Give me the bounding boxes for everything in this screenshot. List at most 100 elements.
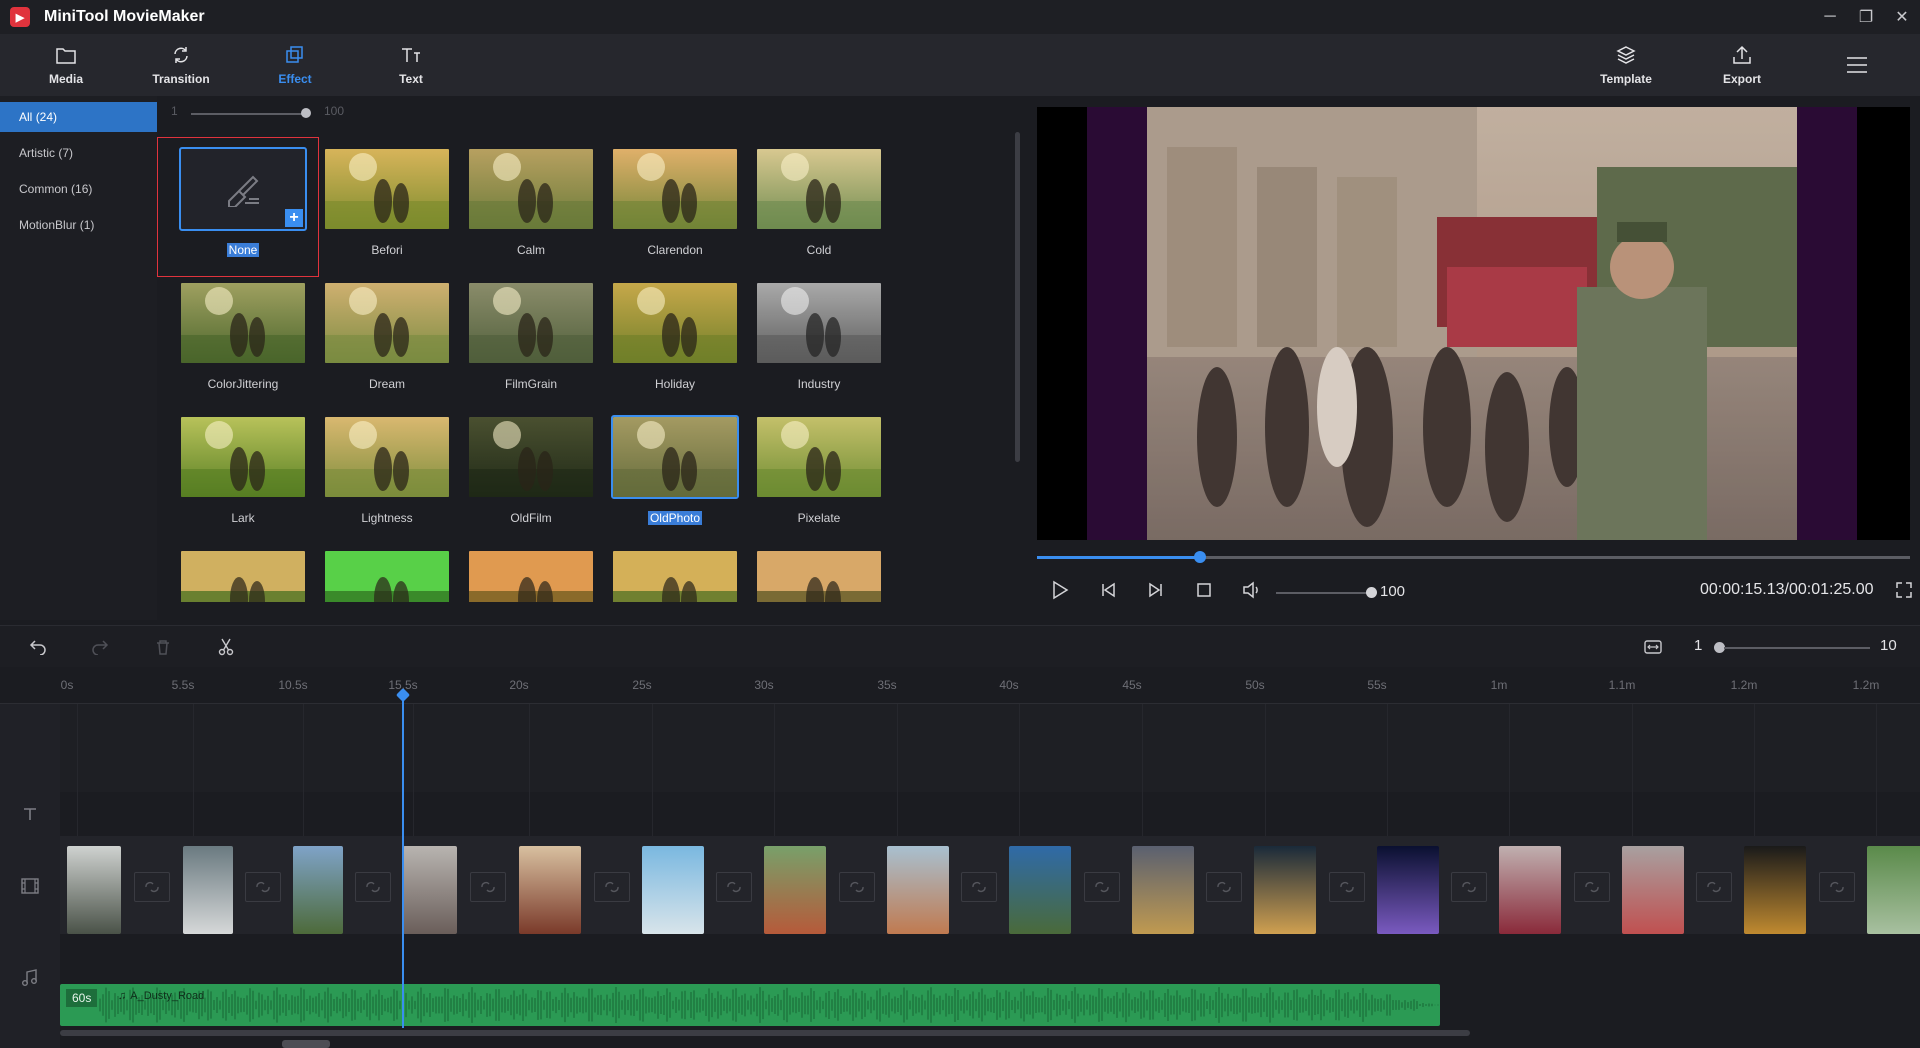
add-effect-icon[interactable]: +: [285, 209, 303, 227]
transition-slot[interactable]: [1574, 872, 1610, 902]
effect-item[interactable]: + None: [157, 137, 319, 277]
transition-slot-icon: [850, 881, 864, 893]
restore-button[interactable]: ❐: [1848, 0, 1884, 34]
video-clip[interactable]: [1254, 846, 1316, 934]
close-button[interactable]: ✕: [1884, 0, 1920, 34]
overlay-track[interactable]: [60, 704, 1920, 792]
seek-handle[interactable]: [1194, 551, 1206, 563]
redo-button[interactable]: [88, 635, 112, 659]
fullscreen-button[interactable]: [1896, 582, 1912, 598]
transition-slot[interactable]: [1084, 872, 1120, 902]
text-button[interactable]: Text: [366, 34, 456, 96]
fit-timeline-button[interactable]: [1641, 635, 1665, 659]
volume-button[interactable]: [1240, 578, 1264, 602]
menu-button[interactable]: [1812, 34, 1902, 96]
media-button[interactable]: Media: [21, 34, 111, 96]
transition-slot[interactable]: [1696, 872, 1732, 902]
effect-item[interactable]: Pixelate: [755, 415, 883, 525]
category-common[interactable]: Common (16): [0, 174, 157, 204]
video-preview[interactable]: [1037, 107, 1910, 540]
video-clip[interactable]: [1622, 846, 1684, 934]
video-clip[interactable]: [183, 846, 233, 934]
seek-bar[interactable]: [1037, 551, 1910, 563]
transition-slot[interactable]: [1451, 872, 1487, 902]
timeline-scrollbar-handle[interactable]: [282, 1040, 330, 1048]
effect-item[interactable]: Lightness: [323, 415, 451, 525]
transition-slot[interactable]: [1329, 872, 1365, 902]
effect-item[interactable]: Dream: [323, 281, 451, 391]
transition-slot[interactable]: [134, 872, 170, 902]
transition-slot[interactable]: [1819, 872, 1855, 902]
video-clip[interactable]: [642, 846, 704, 934]
transition-slot[interactable]: [245, 872, 281, 902]
effect-item[interactable]: Cold: [755, 147, 883, 257]
video-clip[interactable]: [67, 846, 121, 934]
previous-frame-icon: [1102, 582, 1115, 598]
main-toolbar: Media Transition Effect Text Template Ex…: [0, 34, 1920, 96]
delete-button[interactable]: [151, 635, 175, 659]
effects-scrollbar[interactable]: [1015, 132, 1020, 462]
video-track[interactable]: [60, 836, 1920, 934]
video-clip[interactable]: [403, 846, 457, 934]
audio-clip[interactable]: 60s ♫ A_Dusty_Road: [60, 984, 1440, 1026]
effect-name: Befori: [371, 243, 403, 257]
video-clip[interactable]: [519, 846, 581, 934]
timeline-scrollbar[interactable]: [60, 1030, 1470, 1036]
transition-slot[interactable]: [961, 872, 997, 902]
category-all[interactable]: All (24): [0, 102, 157, 132]
video-clip[interactable]: [1132, 846, 1194, 934]
timeline-ruler[interactable]: 0s 5.5s 10.5s 15.5s 20s 25s 30s 35s 40s 45s 50s 55s…: [0, 667, 1920, 704]
transition-slot[interactable]: [355, 872, 391, 902]
text-track[interactable]: [60, 792, 1920, 836]
effect-item[interactable]: [179, 549, 307, 602]
effect-item[interactable]: OldPhoto: [611, 415, 739, 525]
video-clip[interactable]: [1499, 846, 1561, 934]
stop-button[interactable]: [1192, 578, 1216, 602]
video-clip[interactable]: [887, 846, 949, 934]
export-icon: [1730, 44, 1754, 66]
effect-item[interactable]: OldFilm: [467, 415, 595, 525]
video-clip[interactable]: [764, 846, 826, 934]
transition-slot[interactable]: [716, 872, 752, 902]
transition-slot[interactable]: [470, 872, 506, 902]
effect-item[interactable]: Calm: [467, 147, 595, 257]
intensity-slider-handle[interactable]: [301, 108, 311, 118]
effect-item[interactable]: FilmGrain: [467, 281, 595, 391]
effect-item[interactable]: [323, 549, 451, 602]
category-motionblur[interactable]: MotionBlur (1): [0, 210, 157, 240]
transition-slot[interactable]: [839, 872, 875, 902]
undo-button[interactable]: [26, 635, 50, 659]
effect-item[interactable]: Holiday: [611, 281, 739, 391]
effect-item[interactable]: [755, 549, 883, 602]
transition-button[interactable]: Transition: [136, 34, 226, 96]
transition-slot[interactable]: [594, 872, 630, 902]
effect-item[interactable]: ColorJittering: [179, 281, 307, 391]
volume-slider-handle[interactable]: [1366, 587, 1377, 598]
category-artistic[interactable]: Artistic (7): [0, 138, 157, 168]
effect-button[interactable]: Effect: [250, 34, 340, 96]
play-button[interactable]: [1048, 578, 1072, 602]
video-clip[interactable]: [1867, 846, 1920, 934]
transition-slot[interactable]: [1206, 872, 1242, 902]
intensity-slider[interactable]: [191, 113, 306, 115]
export-button[interactable]: Export: [1697, 34, 1787, 96]
effect-item[interactable]: Lark: [179, 415, 307, 525]
effect-item[interactable]: Befori: [323, 147, 451, 257]
video-clip[interactable]: [1009, 846, 1071, 934]
effect-thumbnail: [323, 281, 451, 365]
effect-item[interactable]: [611, 549, 739, 602]
minimize-button[interactable]: ─: [1812, 0, 1848, 34]
playhead[interactable]: [402, 692, 404, 1028]
effect-item[interactable]: Industry: [755, 281, 883, 391]
video-clip[interactable]: [1377, 846, 1439, 934]
video-clip[interactable]: [293, 846, 343, 934]
template-button[interactable]: Template: [1581, 34, 1671, 96]
effect-item[interactable]: Clarendon: [611, 147, 739, 257]
previous-frame-button[interactable]: [1096, 578, 1120, 602]
split-button[interactable]: [214, 635, 238, 659]
zoom-slider[interactable]: [1724, 647, 1870, 649]
effect-item[interactable]: [467, 549, 595, 602]
next-frame-button[interactable]: [1144, 578, 1168, 602]
volume-slider[interactable]: [1276, 592, 1371, 594]
video-clip[interactable]: [1744, 846, 1806, 934]
